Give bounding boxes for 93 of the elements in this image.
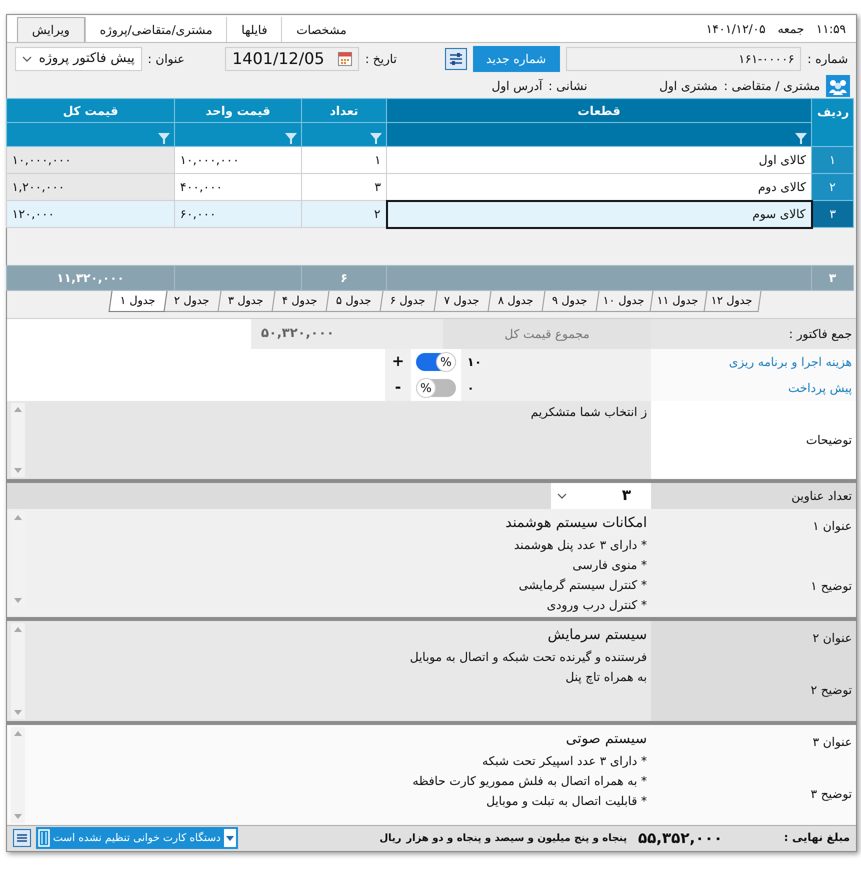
customer-name: مشتری اول bbox=[659, 78, 718, 95]
title-count-dropdown[interactable]: ۳ bbox=[551, 482, 651, 508]
new-number-button[interactable]: شماره جدید bbox=[472, 46, 560, 72]
number-field[interactable]: ۱۶۱-۰۰۰۰۶ bbox=[566, 46, 802, 70]
section-title: سیستم سرمایش bbox=[546, 626, 647, 644]
table-cell[interactable]: کالای سوم bbox=[386, 200, 812, 228]
calendar-icon[interactable] bbox=[338, 52, 352, 66]
field-label: نشانی : bbox=[548, 78, 588, 95]
filter-icon[interactable] bbox=[370, 133, 382, 144]
table-cell: ۱,۲۰۰,۰۰۰ bbox=[6, 174, 174, 200]
footer-cell: ۳ bbox=[812, 265, 854, 290]
table-cell: ۱۲۰,۰۰۰ bbox=[6, 200, 174, 228]
column-header[interactable]: قیمت کل bbox=[6, 98, 174, 122]
scrollbar[interactable] bbox=[11, 726, 25, 822]
adjustment-value: ۰ bbox=[461, 374, 651, 400]
summary-label: جمع فاکتور : bbox=[651, 318, 856, 348]
column-header[interactable]: قیمت واحد bbox=[174, 98, 302, 122]
description-line: * قابلیت اتصال به تبلت و موبایل bbox=[485, 792, 647, 810]
sheet-tab[interactable]: جدول ۱ bbox=[108, 290, 168, 312]
sign-button[interactable]: + bbox=[385, 348, 411, 374]
scrollbar[interactable] bbox=[11, 402, 25, 476]
card-reader-dropdown[interactable]: دستگاه کارت خوانی تنظیم نشده است bbox=[36, 827, 238, 849]
field-label: تعداد عناوین bbox=[790, 488, 853, 505]
table-cell[interactable]: ۳ bbox=[302, 174, 386, 200]
footer-cell: ۶ bbox=[302, 265, 386, 290]
column-header[interactable]: تعداد bbox=[302, 98, 386, 122]
field-label: عنوان ۱ bbox=[812, 518, 852, 534]
column-header[interactable]: قطعات bbox=[386, 98, 812, 122]
section-panel[interactable]: عنوان ۱ توضیح ۱ امکانات سیستم هوشمند * دارای ۳ عدد پنل هوشمند * منوی فارسی * کنترل سیستم گرمایشی * کنترل درب ورودی bbox=[7, 508, 856, 616]
field-label: توضیح ۲ bbox=[810, 682, 852, 698]
field-label: توضیح ۱ bbox=[810, 578, 852, 594]
description-line: * به همراه اتصال به فلش مموریو کارت حافظه bbox=[412, 772, 647, 790]
table-cell: ۱۰,۰۰۰,۰۰۰ bbox=[6, 146, 174, 174]
field-label: عنوان ۳ bbox=[812, 734, 852, 750]
section-panel[interactable]: عنوان ۲ توضیح ۲ سیستم سرمایش فرستنده و گیرنده تحت شبکه و اتصال به موبایل به همراه تاچ پنل bbox=[7, 620, 856, 720]
description-line: * کنترل سیستم گرمایشی bbox=[518, 576, 647, 594]
field-label: عنوان : bbox=[148, 50, 185, 68]
footer-cell: ۱۱,۳۲۰,۰۰۰ bbox=[6, 265, 174, 290]
list-settings-icon[interactable] bbox=[444, 48, 467, 70]
description-line: * دارای ۳ عدد پنل هوشمند bbox=[512, 536, 647, 554]
field-label: شماره : bbox=[807, 50, 848, 68]
title-dropdown[interactable]: پیش فاکتور پروژه bbox=[15, 46, 142, 70]
weekday-label: جمعه bbox=[778, 20, 804, 38]
sheet-tab[interactable]: جدول ۱۲ bbox=[702, 290, 762, 312]
description-line: * منوی فارسی bbox=[571, 556, 647, 574]
summary-total: ۵۰,۳۲۰,۰۰۰ bbox=[251, 318, 443, 348]
table-cell[interactable]: کالای دوم bbox=[386, 174, 812, 200]
address-value: آدرس اول bbox=[492, 78, 542, 95]
percent-toggle[interactable]: % bbox=[416, 378, 456, 396]
percent-toggle[interactable]: % bbox=[416, 352, 456, 370]
filter-icon[interactable] bbox=[158, 133, 170, 144]
amount-in-words: پنجاه و پنج میلیون و سیصد و پنجاه و دو هزار bbox=[406, 832, 627, 846]
field-label: تاریخ : bbox=[365, 50, 397, 68]
card-reader-icon[interactable] bbox=[38, 829, 50, 847]
description-line: به همراه تاچ پنل bbox=[564, 668, 647, 686]
settings-icon[interactable] bbox=[13, 829, 31, 847]
section-title: سیستم صوتی bbox=[564, 730, 647, 748]
sign-button[interactable]: - bbox=[385, 374, 411, 400]
section-title: امکانات سیستم هوشمند bbox=[505, 514, 647, 532]
row-number[interactable]: ۲ bbox=[812, 174, 854, 200]
description-line: فرستنده و گیرنده تحت شبکه و اتصال به موبایل bbox=[410, 648, 647, 666]
summary-caption: مجموع قیمت کل bbox=[443, 318, 651, 348]
people-icon[interactable] bbox=[826, 75, 850, 97]
adjustment-value: ۱۰ bbox=[461, 348, 651, 374]
currency-label: ریال bbox=[379, 832, 402, 846]
date-field[interactable]: 1401/12/05 bbox=[225, 46, 360, 70]
scrollbar[interactable] bbox=[11, 622, 25, 718]
row-number[interactable]: ۱ bbox=[812, 146, 854, 174]
chevron-down-icon[interactable] bbox=[22, 56, 32, 62]
table-cell[interactable]: ۱۰,۰۰۰,۰۰۰ bbox=[174, 146, 302, 174]
field-label: مشتری / متقاضی : bbox=[724, 78, 820, 95]
table-cell[interactable]: کالای اول bbox=[386, 146, 812, 174]
date-label: ۱۴۰۱/۱۲/۰۵ bbox=[706, 20, 766, 38]
field-label: توضیح ۳ bbox=[810, 786, 852, 802]
tab[interactable]: ویرایش bbox=[17, 17, 85, 42]
column-header[interactable]: ردیف bbox=[812, 98, 854, 146]
row-number[interactable]: ۳ bbox=[812, 200, 854, 228]
description-line: * کنترل درب ورودی bbox=[546, 596, 647, 614]
table-cell[interactable]: ۲ bbox=[302, 200, 386, 228]
clock-time: ۱۱:۵۹ bbox=[816, 20, 846, 38]
description-line: * دارای ۳ عدد اسپیکر تحت شبکه bbox=[481, 752, 647, 770]
table-cell[interactable]: ۶۰,۰۰۰ bbox=[174, 200, 302, 228]
table-cell[interactable]: ۴۰۰,۰۰۰ bbox=[174, 174, 302, 200]
section-panel[interactable]: عنوان ۳ توضیح ۳ سیستم صوتی * دارای ۳ عدد اسپیکر تحت شبکه * به همراه اتصال به فلش مموریو کارت حافظه * قابلیت اتصال به تبلت و موبایل bbox=[7, 724, 856, 824]
filter-icon[interactable] bbox=[285, 133, 297, 144]
notes-textarea[interactable]: ز انتخاب شما متشکریم bbox=[7, 400, 651, 478]
field-label: عنوان ۲ bbox=[812, 630, 852, 646]
final-amount: ۵۵,۳۵۲,۰۰۰ bbox=[638, 828, 724, 849]
notes-label: توضیحات bbox=[651, 400, 856, 478]
filter-icon[interactable] bbox=[795, 133, 807, 144]
table-cell[interactable]: ۱ bbox=[302, 146, 386, 174]
chevron-down-icon[interactable] bbox=[557, 492, 567, 498]
final-amount-label: مبلغ نهایی : bbox=[782, 830, 850, 846]
